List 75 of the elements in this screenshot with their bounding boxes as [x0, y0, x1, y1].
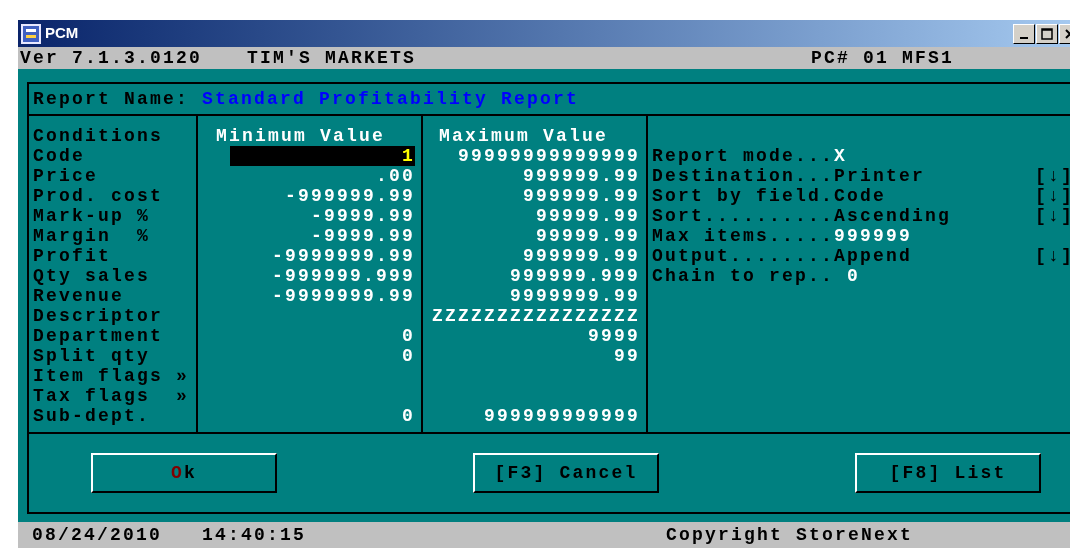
option-label: Sort by field. — [652, 186, 835, 206]
option-value: Ascending — [834, 206, 952, 226]
maximize-button[interactable] — [1036, 23, 1058, 44]
status-date: 08/24/2010 — [32, 525, 164, 545]
condition-label: Prod. cost — [33, 186, 165, 206]
report-name: Standard Profitability Report — [202, 89, 580, 109]
dropdown-toggle[interactable]: [↓] — [1035, 166, 1070, 186]
minimize-button[interactable] — [1013, 23, 1035, 44]
min-value-field[interactable]: -999999.99 — [284, 186, 415, 206]
window-title: PCM — [45, 23, 79, 44]
max-value-field[interactable]: 9999 — [588, 326, 640, 346]
option-value: Code — [834, 186, 887, 206]
option-label: Sort.......... — [652, 206, 835, 226]
column-header: Conditions — [33, 126, 165, 146]
min-value-field[interactable]: -9999.99 — [311, 206, 415, 226]
max-value-field[interactable]: 99999.99 — [536, 226, 640, 246]
min-value-field[interactable]: .00 — [376, 166, 415, 186]
max-value-field[interactable]: 999999.99 — [522, 186, 640, 206]
min-value-field[interactable]: 0 — [402, 346, 415, 366]
max-value-field[interactable]: 999999.99 — [522, 246, 640, 266]
option-value: Printer — [834, 166, 926, 186]
condition-label: Qty sales — [33, 266, 152, 286]
max-value-field[interactable]: 99999.99 — [536, 206, 640, 226]
condition-label: Tax flags » — [33, 386, 191, 406]
condition-label: Mark-up % — [33, 206, 152, 226]
dropdown-toggle[interactable]: [↓] — [1035, 206, 1070, 226]
min-value-field[interactable]: 0 — [402, 326, 415, 346]
min-value-field[interactable]: 0 — [402, 406, 415, 426]
condition-label: Profit — [33, 246, 112, 266]
min-value-field[interactable]: -9999999.99 — [271, 246, 415, 266]
condition-label: Price — [33, 166, 99, 186]
min-value-field[interactable]: 1 — [230, 146, 415, 166]
condition-label: Sub-dept. — [33, 406, 152, 426]
option-label: Max items..... — [652, 226, 835, 246]
max-value-field[interactable]: 99999999999999 — [457, 146, 640, 166]
max-value-field[interactable]: 999999.999 — [509, 266, 640, 286]
option-value[interactable]: 0 — [847, 266, 861, 286]
column-header: Maximum Value — [438, 126, 610, 146]
option-label: Output........ — [652, 246, 835, 266]
store-name: TIM'S MARKETS — [247, 48, 418, 68]
max-value-field[interactable]: 999999.99 — [522, 166, 640, 186]
option-label: Destination... — [652, 166, 835, 186]
report-name-label: Report Name: — [33, 89, 191, 109]
list-button[interactable]: [F8] List — [855, 453, 1041, 493]
max-value-field[interactable]: 999999999999 — [483, 406, 640, 426]
column-header: Minimum Value — [215, 126, 387, 146]
condition-label: Descriptor — [33, 306, 165, 326]
condition-label: Margin % — [33, 226, 152, 246]
option-label: Chain to rep.. — [652, 266, 836, 286]
maximize-icon — [1041, 27, 1053, 40]
max-value-field[interactable]: ZZZZZZZZZZZZZZZZ — [431, 306, 640, 326]
station-id: PC# 01 MFS1 — [811, 48, 955, 68]
min-value-field[interactable]: -999999.999 — [271, 266, 415, 286]
condition-label: Department — [33, 326, 165, 346]
dropdown-toggle[interactable]: [↓] — [1035, 186, 1070, 206]
option-value[interactable]: 999999 — [834, 226, 913, 246]
option-value[interactable]: X — [834, 146, 848, 166]
version-text: Ver 7.1.3.0120 — [20, 48, 204, 68]
max-value-field[interactable]: 99 — [614, 346, 640, 366]
app-icon — [21, 23, 41, 44]
condition-label: Code — [33, 146, 86, 166]
option-value: Append — [834, 246, 913, 266]
condition-label: Item flags » — [33, 366, 191, 386]
copyright-text: Copyright StoreNext — [666, 525, 914, 545]
max-value-field[interactable]: 9999999.99 — [509, 286, 640, 306]
minimize-icon — [1020, 36, 1028, 39]
condition-label: Split qty — [33, 346, 152, 366]
min-value-field[interactable]: -9999.99 — [311, 226, 415, 246]
dropdown-toggle[interactable]: [↓] — [1035, 246, 1070, 266]
option-label: Report mode... — [652, 146, 835, 166]
cancel-button[interactable]: [F3] Cancel — [473, 453, 659, 493]
min-value-field[interactable]: -9999999.99 — [271, 286, 415, 306]
status-time: 14:40:15 — [202, 525, 307, 545]
condition-label: Revenue — [33, 286, 125, 306]
ok-button[interactable]: O k — [91, 453, 277, 493]
